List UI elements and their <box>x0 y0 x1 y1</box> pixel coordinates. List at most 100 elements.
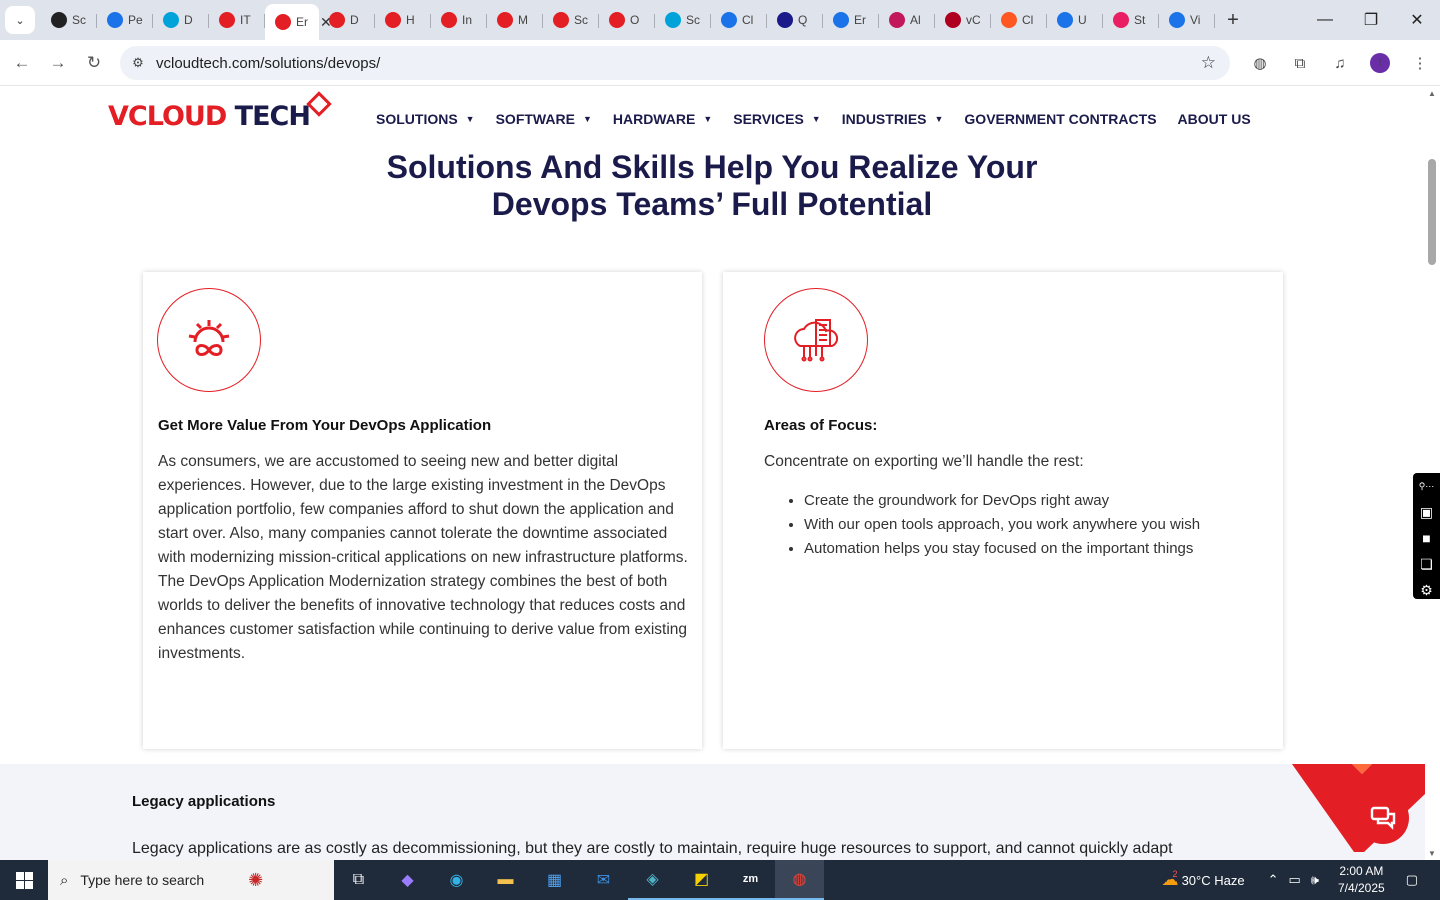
start-button[interactable] <box>0 860 48 900</box>
legacy-section: Legacy applications Legacy applications … <box>0 764 1425 860</box>
browser-tab[interactable]: Sc <box>543 4 599 36</box>
notifications-icon[interactable]: ▢ <box>1406 872 1418 888</box>
focus-list: Create the groundwork for DevOps right a… <box>804 489 1200 561</box>
network-icon[interactable]: ▭ <box>1288 872 1300 888</box>
nav-item[interactable]: INDUSTRIES ▼ <box>842 111 944 127</box>
card-title: Areas of Focus: <box>764 417 878 434</box>
page-title: Solutions And Skills Help You Realize Yo… <box>362 149 1062 223</box>
tab-search-button[interactable]: ⌄ <box>5 6 35 34</box>
nav-item[interactable]: SOLUTIONS ▼ <box>376 111 475 127</box>
nav-item[interactable]: SERVICES ▼ <box>733 111 820 127</box>
browser-tab[interactable]: O <box>599 4 655 36</box>
browser-tab[interactable]: H <box>375 4 431 36</box>
mail-icon[interactable]: ✉ <box>579 860 628 900</box>
back-icon[interactable]: ← <box>4 53 40 73</box>
file-explorer-icon[interactable]: ▬ <box>481 860 530 900</box>
bookmark-star-icon[interactable]: ☆ <box>1201 53 1216 73</box>
browser-tab[interactable]: In <box>431 4 487 36</box>
value-card: Get More Value From Your DevOps Applicat… <box>143 272 702 749</box>
scroll-down-icon[interactable]: ▼ <box>1428 849 1436 858</box>
browser-tab[interactable]: Sc <box>41 4 97 36</box>
video-icon[interactable]: ■ <box>1422 529 1430 547</box>
tab-label: IT <box>240 13 251 27</box>
chevron-up-icon[interactable]: ⌃ <box>1268 872 1279 888</box>
browser-tab[interactable]: D <box>319 4 375 36</box>
tab-label: D <box>350 13 359 27</box>
new-tab-button[interactable]: + <box>1219 9 1247 32</box>
card-body: As consumers, we are accustomed to seein… <box>158 453 688 662</box>
page-title-line-2: Devops Teams’ Full Potential <box>491 186 933 222</box>
edge-icon[interactable]: ◉ <box>432 860 481 900</box>
focus-card: Areas of Focus: Concentrate on exporting… <box>723 272 1283 749</box>
browser-tab[interactable]: M <box>487 4 543 36</box>
system-tray: ☁ 2 30°C Haze ⌃ ▭ 🕪 2:00 AM 7/4/2025 ▢ <box>1162 860 1440 900</box>
task-view-icon[interactable]: ⧉ <box>334 860 383 900</box>
browser-tab[interactable]: Er ✕ <box>265 4 332 40</box>
clock[interactable]: 2:00 AM 7/4/2025 <box>1338 863 1385 897</box>
tab-label: Al <box>910 13 921 27</box>
address-bar[interactable]: ⚙ vcloudtech.com/solutions/devops/ ☆ <box>120 46 1230 80</box>
profile-avatar[interactable]: t <box>1370 53 1390 73</box>
browser-tab[interactable]: Vi <box>1159 4 1215 36</box>
nav-item[interactable]: SOFTWARE ▼ <box>496 111 592 127</box>
search-placeholder: Type here to search <box>80 872 205 888</box>
copilot-icon[interactable]: ◆ <box>383 860 432 900</box>
sticky-notes-icon[interactable]: ◩ <box>677 860 726 900</box>
favicon-icon <box>1169 12 1185 28</box>
tab-label: O <box>630 13 640 27</box>
close-icon[interactable]: ✕ <box>1394 0 1440 40</box>
site-logo[interactable]: VCLOUD TECH <box>108 91 332 132</box>
nav-item[interactable]: GOVERNMENT CONTRACTS <box>964 111 1156 127</box>
translate-icon[interactable]: ◍ <box>1240 54 1280 72</box>
favicon-icon <box>107 12 123 28</box>
tab-label: vC <box>966 13 981 27</box>
url-text[interactable]: vcloudtech.com/solutions/devops/ <box>156 55 380 72</box>
browser-tab[interactable]: vC <box>935 4 991 36</box>
chat-button[interactable] <box>1357 792 1409 844</box>
maximize-icon[interactable]: ❐ <box>1348 0 1394 40</box>
browser-tab[interactable]: Q <box>767 4 823 36</box>
taskbar-search[interactable]: ⌕ Type here to search ✺ <box>48 860 334 900</box>
favicon-icon <box>665 12 681 28</box>
favicon-icon <box>51 12 67 28</box>
browser-tab[interactable]: Al <box>879 4 935 36</box>
forward-icon[interactable]: → <box>40 53 76 73</box>
scroll-up-icon[interactable]: ▲ <box>1428 89 1436 98</box>
site-info-icon[interactable]: ⚙ <box>120 55 156 71</box>
chat-icon <box>1370 806 1396 830</box>
favicon-icon <box>721 12 737 28</box>
gear-icon[interactable]: ⚙ <box>1420 581 1433 599</box>
copy-icon[interactable]: ❏ <box>1420 555 1433 573</box>
browser-tab[interactable]: Sc <box>655 4 711 36</box>
reload-icon[interactable]: ↻ <box>76 53 112 73</box>
volume-icon[interactable]: 🕪 <box>1311 872 1319 888</box>
browser-tab[interactable]: D <box>153 4 209 36</box>
browser-tab[interactable]: Pe <box>97 4 153 36</box>
camera-icon[interactable]: ▣ <box>1420 503 1433 521</box>
browser-tab[interactable]: IT <box>209 4 265 36</box>
nav-item-label: SERVICES <box>733 111 804 127</box>
browser-tab[interactable]: Cl <box>711 4 767 36</box>
scrollbar-thumb[interactable] <box>1428 159 1436 265</box>
menu-icon[interactable]: ⋮ <box>1400 54 1440 72</box>
browser-tab[interactable]: St <box>1103 4 1159 36</box>
store-icon[interactable]: ▦ <box>530 860 579 900</box>
browser-tab[interactable]: Er <box>823 4 879 36</box>
browser-tab[interactable]: Cl <box>991 4 1047 36</box>
minimize-icon[interactable]: — <box>1302 0 1348 40</box>
favicon-icon <box>833 12 849 28</box>
app-icon[interactable]: ◈ <box>628 860 677 900</box>
chrome-icon[interactable]: ◍ <box>775 860 824 900</box>
media-control-icon[interactable]: ♫ <box>1320 55 1360 72</box>
browser-tab[interactable]: U <box>1047 4 1103 36</box>
favicon-icon <box>163 12 179 28</box>
weather-widget[interactable]: ☁ 2 30°C Haze <box>1162 869 1245 890</box>
zoom-icon[interactable]: zm <box>726 860 775 900</box>
nav-item[interactable]: HARDWARE ▼ <box>613 111 712 127</box>
nav-item[interactable]: ABOUT US <box>1178 111 1251 127</box>
card-title: Get More Value From Your DevOps Applicat… <box>158 417 492 434</box>
extensions-icon[interactable]: ⧉ <box>1280 55 1320 72</box>
nav-item-label: GOVERNMENT CONTRACTS <box>964 111 1157 127</box>
pin-icon[interactable]: ⚲⋯ <box>1419 477 1435 495</box>
chevron-down-icon: ⌄ <box>15 14 25 27</box>
